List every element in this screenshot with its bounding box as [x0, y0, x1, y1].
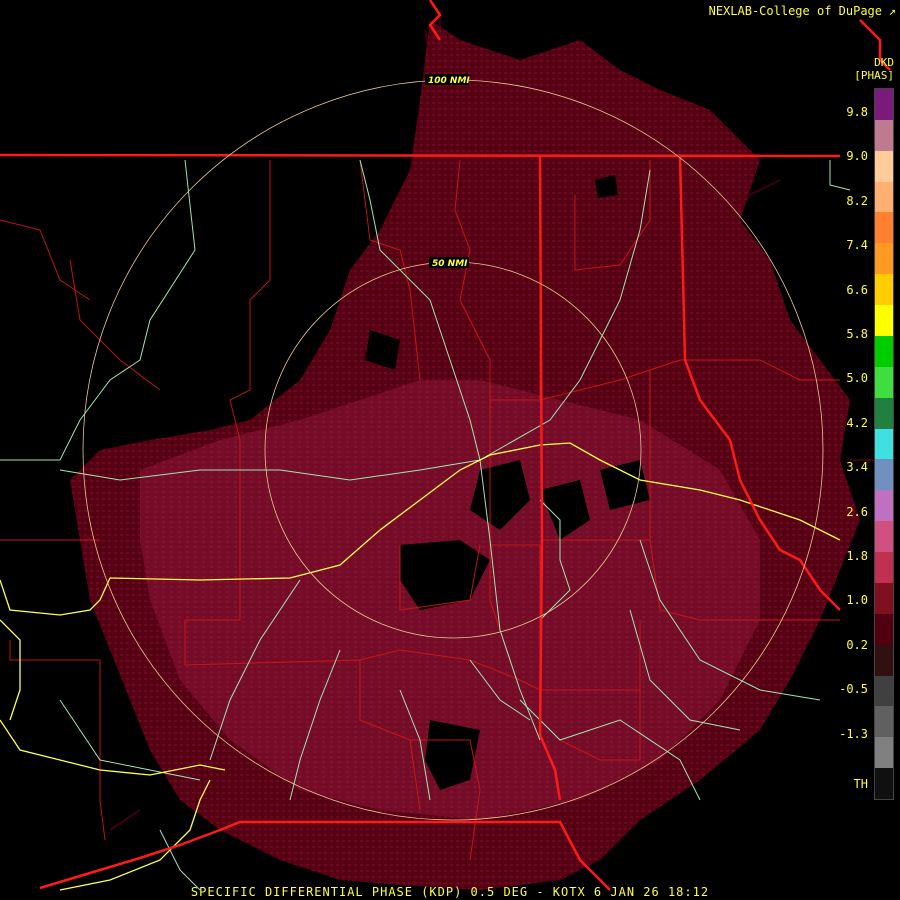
- legend-swatch: [875, 459, 893, 492]
- legend-swatch: [875, 89, 893, 121]
- precip-echo: [70, 10, 880, 890]
- ring-label-50: 50 NMI: [432, 259, 468, 269]
- legend-swatch: [875, 119, 893, 152]
- legend-swatch: [875, 305, 893, 337]
- legend-swatch: [875, 243, 893, 276]
- legend-swatch: [875, 150, 893, 183]
- legend-label: -0.5: [839, 682, 868, 697]
- legend-swatch: [875, 768, 893, 799]
- legend-swatch: [875, 644, 893, 677]
- legend-swatch: [875, 613, 893, 646]
- legend-swatch: [875, 181, 893, 214]
- legend-swatch: [875, 274, 893, 307]
- legend-label: 3.4: [846, 460, 868, 475]
- product-unit-text: [PHAS]: [854, 69, 894, 82]
- legend-label: 5.0: [846, 371, 868, 386]
- corner-arrow-icon[interactable]: ↗: [889, 4, 896, 18]
- legend-label: 4.2: [846, 415, 868, 430]
- legend-swatch: [875, 521, 893, 554]
- legend-swatch: [875, 335, 893, 368]
- legend-swatch: [875, 397, 893, 430]
- credit-text: NEXLAB-College of DuPage: [708, 4, 882, 18]
- legend-label: 1.8: [846, 549, 868, 563]
- legend-swatch: [875, 675, 893, 708]
- legend-label: 5.8: [846, 327, 868, 341]
- legend-swatch: [875, 737, 893, 770]
- legend-swatch: [875, 706, 893, 739]
- legend-label: 1.0: [846, 593, 868, 608]
- legend-label: 9.8: [846, 105, 868, 119]
- legend-swatch: [875, 552, 893, 584]
- legend-label: TH: [853, 777, 868, 791]
- product-footer: SPECIFIC DIFFERENTIAL PHASE (KDP) 0.5 DE…: [190, 885, 710, 899]
- legend-label: 7.4: [846, 238, 868, 253]
- legend-label: 0.2: [846, 637, 868, 652]
- radar-map[interactable]: 100 NMI 50 NMI: [0, 0, 900, 900]
- color-legend: [874, 88, 894, 800]
- legend-label: 6.6: [846, 282, 868, 297]
- legend-swatch: [875, 490, 893, 523]
- legend-label: -1.3: [839, 726, 868, 741]
- legend-label: 8.2: [846, 193, 868, 208]
- legend-swatch: [875, 428, 893, 461]
- legend-swatch: [875, 366, 893, 399]
- legend-swatch: [875, 212, 893, 245]
- ring-label-100: 100 NMI: [428, 76, 470, 86]
- product-code-text: DKD: [874, 56, 894, 69]
- legend-label: 9.0: [846, 149, 868, 164]
- legend-label: 2.6: [846, 504, 868, 519]
- legend-swatch: [875, 582, 893, 615]
- product-code: DKD [PHAS]: [854, 56, 894, 82]
